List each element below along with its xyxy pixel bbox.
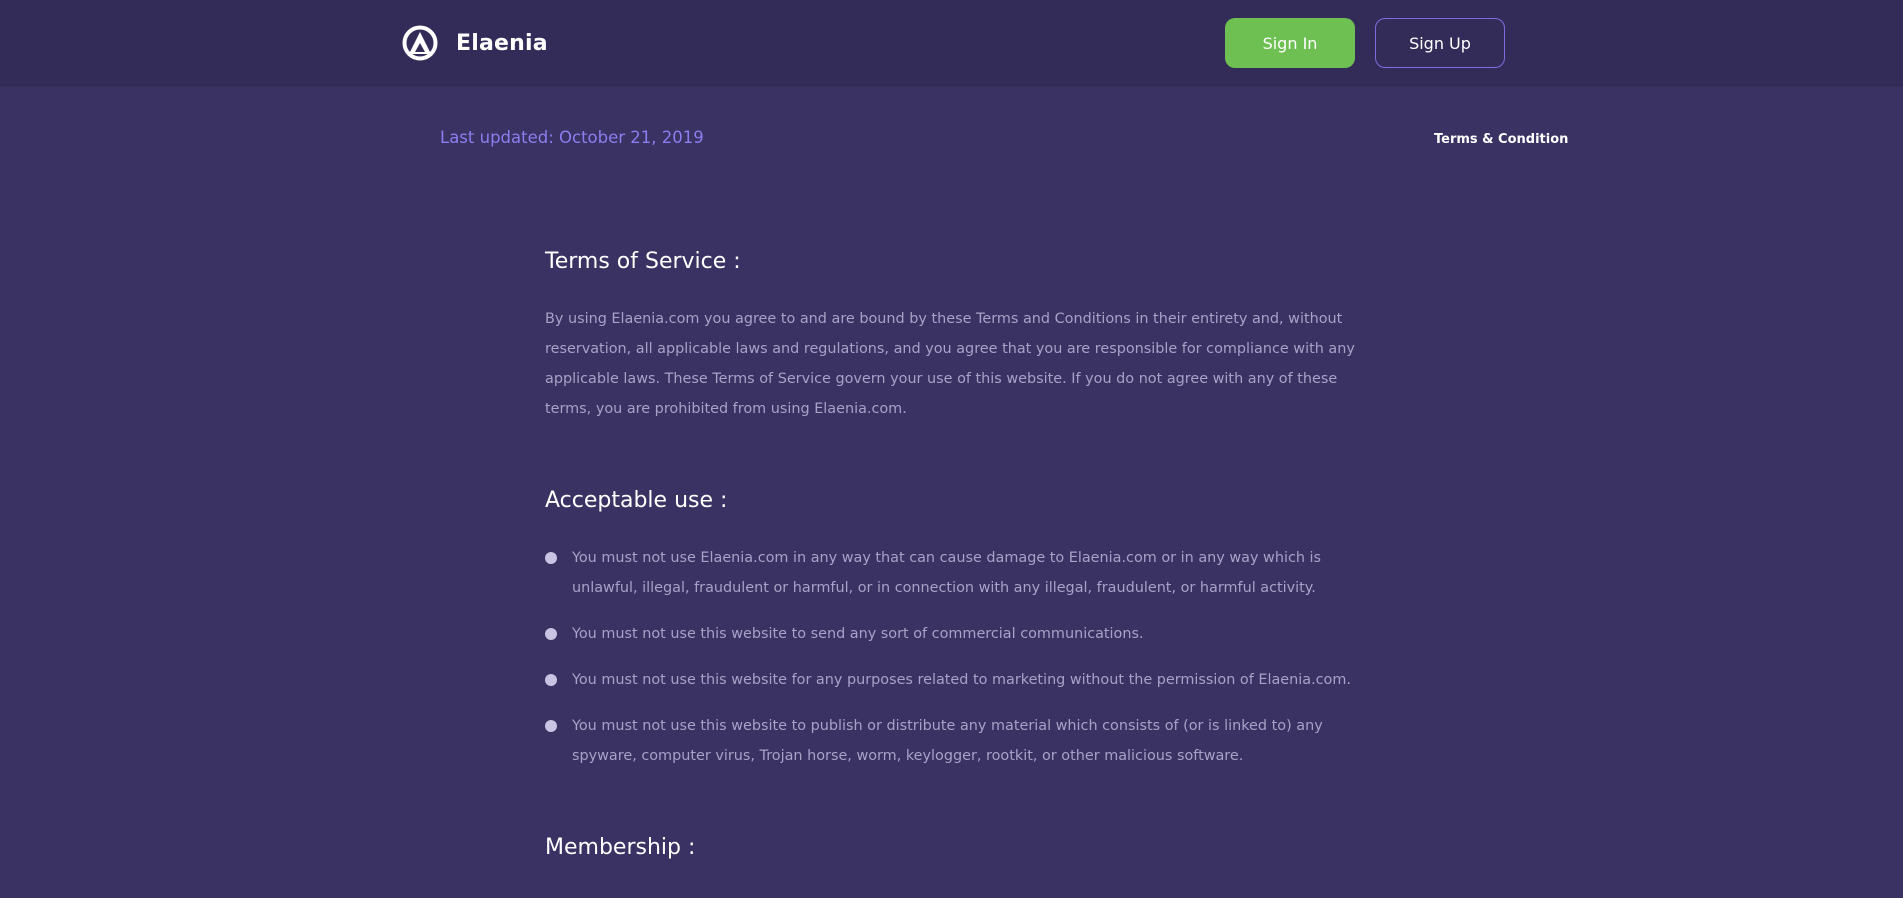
bullet-dot-icon xyxy=(545,720,557,732)
brand-logo-icon xyxy=(402,25,438,61)
list-item-text: You must not use this website to publish… xyxy=(572,718,1323,764)
list-item: You must not use Elaenia.com in any way … xyxy=(545,543,1365,603)
list-item-text: You must not use this website to send an… xyxy=(572,626,1144,642)
brand-home-link[interactable]: Elaenia xyxy=(402,24,548,62)
terms-heading: Terms of Service : xyxy=(545,249,741,274)
terms-paragraph: By using Elaenia.com you agree to and ar… xyxy=(545,311,1355,417)
sign-up-button[interactable]: Sign Up xyxy=(1375,18,1505,68)
acceptable-use-section: Acceptable use : You must not use Elaeni… xyxy=(545,485,1365,787)
bullet-dot-icon xyxy=(545,552,557,564)
breadcrumb-terms[interactable]: Terms & Condition xyxy=(1434,132,1568,147)
sign-in-button[interactable]: Sign In xyxy=(1225,18,1355,68)
list-item: You must not use this website to send an… xyxy=(545,619,1365,649)
brand-name: Elaenia xyxy=(456,30,548,56)
acceptable-use-list: You must not use Elaenia.com in any way … xyxy=(545,543,1365,771)
membership-section: Membership : xyxy=(545,832,1365,864)
list-item-text: You must not use Elaenia.com in any way … xyxy=(572,550,1322,596)
list-item-text: You must not use this website for any pu… xyxy=(572,672,1351,688)
list-item: You must not use this website for any pu… xyxy=(545,665,1365,695)
terms-section: Terms of Service : By using Elaenia.com … xyxy=(545,246,1365,424)
bullet-dot-icon xyxy=(545,674,557,686)
bullet-dot-icon xyxy=(545,628,557,640)
last-updated-date: Last updated: October 21, 2019 xyxy=(440,128,704,147)
list-item: You must not use this website to publish… xyxy=(545,711,1365,771)
acceptable-use-heading: Acceptable use : xyxy=(545,488,728,513)
membership-heading: Membership : xyxy=(545,835,696,860)
top-navbar: Elaenia Sign In Sign Up xyxy=(0,0,1903,86)
